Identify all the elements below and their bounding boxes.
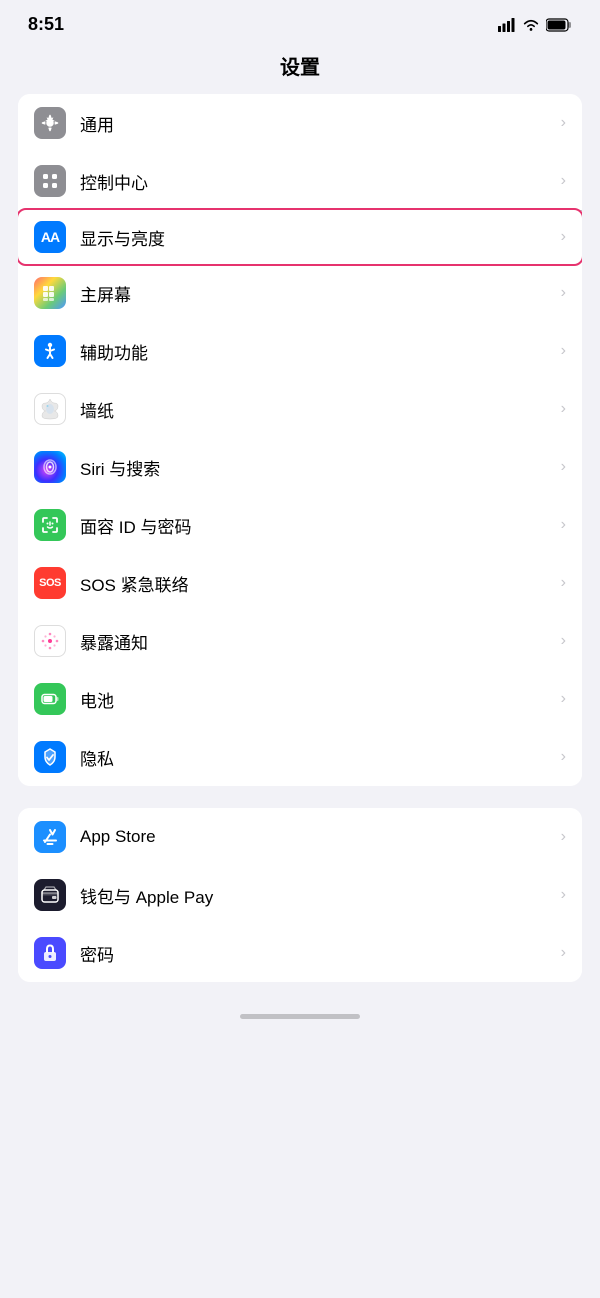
settings-row-exposure[interactable]: 暴露通知 ›: [18, 612, 582, 670]
settings-row-wallet[interactable]: 钱包与 Apple Pay ›: [18, 866, 582, 924]
wallet-label: 钱包与 Apple Pay: [80, 883, 555, 908]
controlcenter-label: 控制中心: [80, 169, 555, 194]
page-title-bar: 设置: [0, 43, 600, 94]
password-icon: [34, 937, 66, 969]
sos-chevron: ›: [561, 574, 566, 592]
wallet-icon: [34, 879, 66, 911]
privacy-icon: [34, 741, 66, 773]
settings-group-2: App Store › 钱包与 Apple Pay › 密码 ›: [18, 808, 582, 982]
settings-group-1: 通用 › 控制中心 › AA 显示与亮度 ›: [18, 94, 582, 786]
homescreen-icon: [34, 277, 66, 309]
wallpaper-icon: [34, 393, 66, 425]
sos-label: SOS 紧急联络: [80, 571, 555, 596]
status-time: 8:51: [28, 14, 64, 35]
accessibility-chevron: ›: [561, 342, 566, 360]
display-icon: AA: [34, 221, 66, 253]
battery-label: 电池: [80, 687, 555, 712]
settings-row-controlcenter[interactable]: 控制中心 ›: [18, 152, 582, 210]
accessibility-label: 辅助功能: [80, 339, 555, 364]
controlcenter-chevron: ›: [561, 172, 566, 190]
settings-row-privacy[interactable]: 隐私 ›: [18, 728, 582, 786]
general-label: 通用: [80, 111, 555, 136]
display-chevron: ›: [561, 228, 566, 246]
display-label: 显示与亮度: [80, 225, 555, 250]
signal-icon: [498, 18, 516, 32]
general-icon: [34, 107, 66, 139]
appstore-chevron: ›: [561, 828, 566, 846]
home-bar: [240, 1014, 360, 1019]
battery-chevron: ›: [561, 690, 566, 708]
settings-row-display[interactable]: AA 显示与亮度 ›: [18, 208, 582, 266]
status-bar: 8:51: [0, 0, 600, 43]
appstore-label: App Store: [80, 827, 555, 847]
privacy-label: 隐私: [80, 745, 555, 770]
general-chevron: ›: [561, 114, 566, 132]
sos-icon: SOS: [34, 567, 66, 599]
settings-row-general[interactable]: 通用 ›: [18, 94, 582, 152]
wallpaper-label: 墙纸: [80, 397, 555, 422]
status-icons: [498, 18, 572, 32]
settings-row-wallpaper[interactable]: 墙纸 ›: [18, 380, 582, 438]
settings-row-accessibility[interactable]: 辅助功能 ›: [18, 322, 582, 380]
faceid-icon: [34, 509, 66, 541]
exposure-icon: [34, 625, 66, 657]
battery-icon: [546, 18, 572, 32]
settings-row-appstore[interactable]: App Store ›: [18, 808, 582, 866]
privacy-chevron: ›: [561, 748, 566, 766]
wifi-icon: [522, 18, 540, 32]
home-indicator: [0, 1004, 600, 1025]
controlcenter-icon: [34, 165, 66, 197]
siri-icon: [34, 451, 66, 483]
siri-label: Siri 与搜索: [80, 455, 555, 480]
homescreen-label: 主屏幕: [80, 281, 555, 306]
wallpaper-chevron: ›: [561, 400, 566, 418]
settings-row-battery[interactable]: 电池 ›: [18, 670, 582, 728]
settings-row-faceid[interactable]: 面容 ID 与密码 ›: [18, 496, 582, 554]
password-label: 密码: [80, 941, 555, 966]
settings-row-password[interactable]: 密码 ›: [18, 924, 582, 982]
battery-icon: [34, 683, 66, 715]
exposure-label: 暴露通知: [80, 629, 555, 654]
password-chevron: ›: [561, 944, 566, 962]
accessibility-icon: [34, 335, 66, 367]
page-title: 设置: [280, 57, 320, 79]
appstore-icon: [34, 821, 66, 853]
faceid-chevron: ›: [561, 516, 566, 534]
settings-row-sos[interactable]: SOS SOS 紧急联络 ›: [18, 554, 582, 612]
siri-chevron: ›: [561, 458, 566, 476]
homescreen-chevron: ›: [561, 284, 566, 302]
wallet-chevron: ›: [561, 886, 566, 904]
faceid-label: 面容 ID 与密码: [80, 513, 555, 538]
settings-row-siri[interactable]: Siri 与搜索 ›: [18, 438, 582, 496]
settings-row-homescreen[interactable]: 主屏幕 ›: [18, 264, 582, 322]
exposure-chevron: ›: [561, 632, 566, 650]
